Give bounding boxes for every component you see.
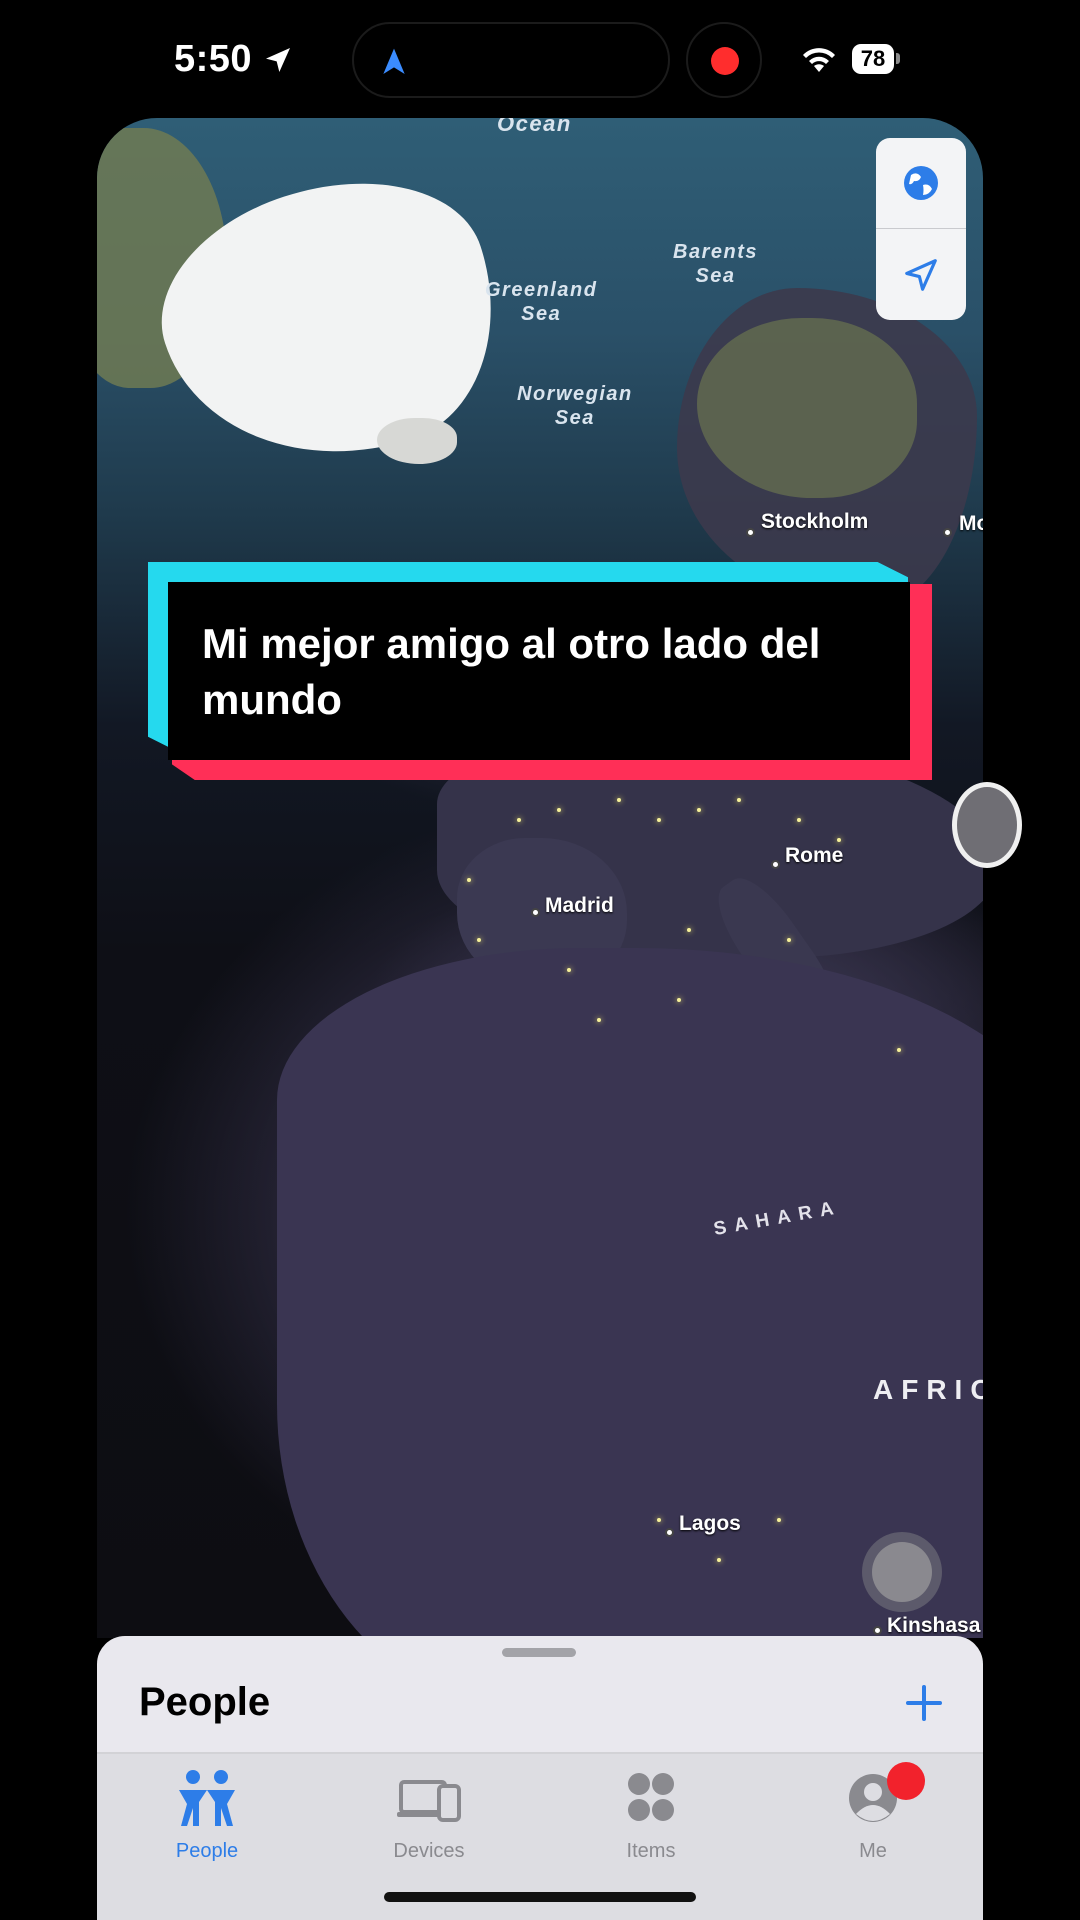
city-light [837, 838, 841, 842]
city-light [477, 938, 481, 942]
navigation-arrow-icon [383, 48, 405, 74]
city-light [657, 1518, 661, 1522]
dynamic-island[interactable] [352, 22, 670, 98]
tab-devices[interactable]: Devices [329, 1754, 529, 1874]
wifi-icon [803, 48, 835, 72]
compass-icon [872, 1542, 932, 1602]
map-label-barents-sea: Barents Sea [673, 241, 758, 287]
tab-me[interactable]: Me [773, 1754, 973, 1874]
battery-indicator: 78 [852, 44, 894, 74]
city-light [557, 808, 561, 812]
world-map[interactable]: Ocean Greenland Sea Barents Sea Norwegia… [97, 118, 983, 1638]
city-label-stockholm[interactable]: Stockholm [761, 510, 868, 534]
city-light [617, 798, 621, 802]
map-compass-button[interactable] [862, 1532, 942, 1612]
city-light [567, 968, 571, 972]
tab-label-people: People [175, 1840, 239, 1862]
city-light [777, 1518, 781, 1522]
city-light [467, 878, 471, 882]
sheet-title: People [139, 1680, 271, 1724]
controls-divider [876, 228, 966, 229]
map-style-button[interactable] [876, 138, 966, 228]
friend-location-pin[interactable] [952, 782, 1022, 868]
tab-label-items: Items [626, 1840, 676, 1862]
city-label-lagos[interactable]: Lagos [679, 1512, 741, 1536]
screen-recording-indicator[interactable] [686, 22, 762, 98]
city-light [657, 818, 661, 822]
sheet-grabber[interactable] [502, 1648, 576, 1657]
city-light [697, 808, 701, 812]
city-light [687, 928, 691, 932]
items-icon [628, 1773, 674, 1821]
devices-icon [397, 1780, 461, 1822]
city-light [797, 818, 801, 822]
people-icon [179, 1770, 235, 1826]
map-label-africa: AFRIC [873, 1374, 983, 1405]
locate-me-button[interactable] [876, 230, 966, 320]
city-light [597, 1018, 601, 1022]
tab-people[interactable]: People [107, 1754, 307, 1874]
home-indicator[interactable] [384, 1892, 696, 1902]
city-light [737, 798, 741, 802]
add-person-button[interactable] [897, 1676, 951, 1730]
status-bar: 5:50 78 [0, 0, 1080, 120]
caption-box: Mi mejor amigo al otro lado del mundo [168, 582, 910, 760]
caption-text: Mi mejor amigo al otro lado del mundo [202, 620, 821, 723]
recording-dot-icon [711, 47, 739, 75]
city-label-madrid[interactable]: Madrid [545, 894, 614, 918]
city-marker-stockholm[interactable] [746, 528, 755, 537]
city-light [677, 998, 681, 1002]
battery-cap [896, 53, 900, 64]
city-label-kinshasa[interactable]: Kinshasa [887, 1614, 980, 1638]
map-label-norwegian-sea: Norwegian Sea [517, 383, 633, 429]
plus-icon [906, 1685, 942, 1721]
city-marker-rome[interactable] [771, 860, 780, 869]
map-landmass-africa [277, 948, 983, 1638]
map-landmass-iceland [377, 418, 457, 464]
status-time: 5:50 [174, 38, 253, 80]
city-light [717, 1558, 721, 1562]
tab-label-devices: Devices [393, 1840, 465, 1862]
globe-icon [904, 166, 938, 200]
city-label-moscow[interactable]: Mo [959, 512, 983, 536]
city-marker-kinshasa[interactable] [873, 1626, 882, 1635]
city-marker-lagos[interactable] [665, 1528, 674, 1537]
location-arrow-icon [905, 259, 937, 291]
map-label-ocean: Ocean [497, 118, 572, 136]
city-light [787, 938, 791, 942]
tab-items[interactable]: Items [551, 1754, 751, 1874]
people-sheet[interactable]: People People Devices Items Me [97, 1636, 983, 1920]
city-light [517, 818, 521, 822]
map-label-greenland-sea: Greenland Sea [485, 279, 598, 325]
city-light [897, 1048, 901, 1052]
map-controls [876, 138, 966, 320]
location-services-icon [266, 48, 290, 72]
city-label-rome[interactable]: Rome [785, 844, 843, 868]
tab-label-me: Me [859, 1840, 887, 1862]
city-marker-madrid[interactable] [531, 908, 540, 917]
city-marker-moscow[interactable] [943, 528, 952, 537]
notification-badge [887, 1762, 925, 1800]
